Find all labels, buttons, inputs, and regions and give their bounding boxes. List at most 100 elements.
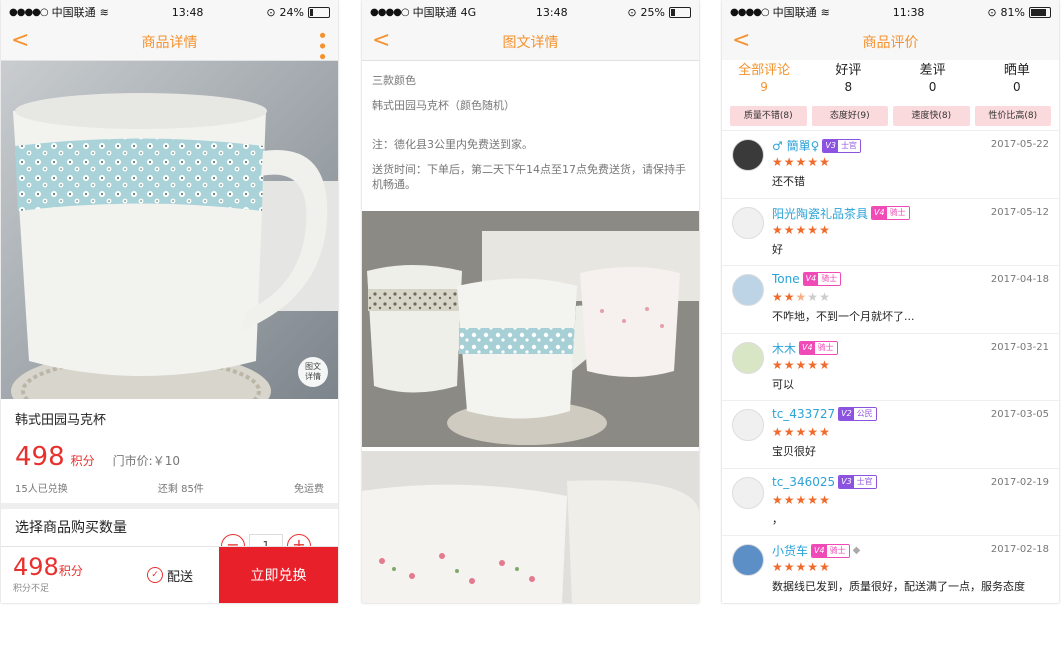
battery-icon <box>1028 6 1051 18</box>
cups-photo-2 <box>362 451 699 603</box>
description-line: 三款颜色 <box>372 74 416 87</box>
review-item[interactable]: 阳光陶瓷礼品茶具 V4 骑士 2017-05-12 ★★★★★ 好 <box>722 199 1059 266</box>
rating-stars: ★★★★★ <box>772 155 831 169</box>
description-line: 注：德化县3公里内免费送到家。 <box>372 138 533 151</box>
tag-chip[interactable]: 质量不错(8) <box>730 106 807 126</box>
star-icon: ★ <box>783 357 796 372</box>
time-label: 11:38 <box>892 5 925 19</box>
tab-all-reviews[interactable]: 全部评论 9 <box>722 60 806 96</box>
status-bar: ●●●●○ 中国联通 ≋ 13:48 ⊙ 24% <box>1 0 338 24</box>
rank-label: 骑士 <box>826 544 849 557</box>
star-icon: ★ <box>807 425 820 439</box>
graphic-detail-button[interactable]: 图文 详情 <box>298 357 328 387</box>
level-value: V4 <box>800 342 815 354</box>
more-icon[interactable]: ••• <box>311 30 332 62</box>
star-icon: ★ <box>819 425 831 439</box>
star-icon: ★ <box>819 492 831 507</box>
signal-icon: ●●●●○ <box>730 6 770 18</box>
review-date: 2017-04-18 <box>990 274 1049 285</box>
reviewer-name[interactable]: 木木 <box>772 340 796 357</box>
bottom-bar: 498积分 积分不足 ✓ 配送 立即兑换 <box>1 546 338 603</box>
floral-cup-image <box>362 451 699 603</box>
review-item[interactable]: 小货车 V4 骑士 ◆ 2017-02-18 ★★★★★ 数据线已发到，质量很好，配送满了一… <box>722 536 1059 603</box>
reviewer-name-row: tc_433727 V2 公民 <box>772 407 877 421</box>
exchange-button[interactable]: 立即兑换 <box>219 547 338 603</box>
star-icon: ★ <box>807 155 820 169</box>
bottom-price-unit: 积分 <box>58 564 83 578</box>
rank-label: 骑士 <box>818 273 841 285</box>
qty-title: 选择商品购买数量 <box>15 520 127 536</box>
page-title: 商品详情 <box>141 35 198 51</box>
description-text: 三款颜色 韩式田园马克杯（颜色随机） 注：德化县3公里内免费送到家。 送货时间：… <box>362 61 699 192</box>
nav-bar: < 商品详情 ••• <box>1 24 338 62</box>
tag-chip[interactable]: 性价比高(8) <box>974 106 1051 126</box>
star-icon: ★ <box>783 492 796 507</box>
review-item[interactable]: Tone V4 骑士 2017-04-18 ★★★★★ 不咋地，不到一个月就坏了... <box>722 266 1059 334</box>
star-icon: ★ <box>795 492 808 507</box>
review-text: 宝贝很好 <box>772 445 816 458</box>
star-icon: ★ <box>819 560 831 574</box>
level-value: V4 <box>812 544 827 557</box>
tag-chip[interactable]: 速度快(8) <box>893 106 970 126</box>
rank-label: 士官 <box>853 475 876 488</box>
store-price: 门市价:￥10 <box>112 454 180 468</box>
tab-label: 全部评论 <box>738 63 791 78</box>
reviewer-name-row: 阳光陶瓷礼品茶具 V4 骑士 <box>772 205 910 222</box>
avatar[interactable] <box>732 544 764 576</box>
rating-stars: ★★★★★ <box>772 358 831 372</box>
back-icon[interactable]: < <box>372 30 390 52</box>
reviewer-name[interactable]: Tone <box>772 272 800 286</box>
review-item[interactable]: tc_433727 V2 公民 2017-03-05 ★★★★★ 宝贝很好 <box>722 401 1059 469</box>
review-item[interactable]: tc_346025 V3 士官 2017-02-19 ★★★★★， <box>722 469 1059 536</box>
reviewer-name[interactable]: tc_433727 <box>772 407 835 421</box>
back-icon[interactable]: < <box>11 30 29 52</box>
tag-chip[interactable]: 态度好(9) <box>811 106 888 126</box>
tab-negative[interactable]: 差评 0 <box>891 60 975 96</box>
description-line: 韩式田园马克杯（颜色随机） <box>372 99 515 112</box>
reviewer-name-row: 木木 V4 骑士 <box>772 340 838 357</box>
price-unit: 积分 <box>70 454 95 468</box>
reviewer-name[interactable]: ♂ 簡單♀ <box>772 137 819 154</box>
star-icon: ★ <box>783 560 796 574</box>
delivery-option[interactable]: ✓ 配送 <box>147 547 219 603</box>
avatar[interactable] <box>732 139 764 171</box>
tab-positive[interactable]: 好评 8 <box>806 60 890 96</box>
star-icon: ★ <box>783 425 796 439</box>
tab-photos[interactable]: 晒单 0 <box>975 60 1059 96</box>
avatar[interactable] <box>732 274 764 306</box>
tab-count: 9 <box>760 80 768 94</box>
reviewer-name[interactable]: tc_346025 <box>772 475 835 489</box>
review-item[interactable]: 木木 V4 骑士 2017-03-21 ★★★★★ 可以 <box>722 334 1059 401</box>
reviewer-name[interactable]: 小货车 <box>772 542 808 559</box>
star-icon: ★ <box>783 155 796 169</box>
star-icon: ★ <box>819 222 831 237</box>
review-date: 2017-03-21 <box>990 341 1049 353</box>
level-badge: V3 士官 <box>838 474 877 489</box>
time-label: 13:48 <box>535 5 568 19</box>
sales-meta: 15人已兑换 还剩 85件 免运费 <box>1 472 338 509</box>
level-value: V3 <box>839 475 854 488</box>
network-label: 4G <box>460 5 477 19</box>
nav-bar: < 图文详情 <box>362 24 699 61</box>
avatar[interactable] <box>732 341 764 374</box>
back-icon[interactable]: < <box>732 30 750 52</box>
avatar[interactable] <box>732 409 764 441</box>
product-image[interactable]: 图文 详情 <box>1 61 338 399</box>
star-icon: ★ <box>807 357 820 372</box>
tab-label: 晒单 <box>1003 63 1030 78</box>
star-icon: ★ <box>795 425 808 439</box>
review-text: 好 <box>772 242 783 256</box>
star-icon: ★ <box>795 357 808 372</box>
reviewer-name[interactable]: 阳光陶瓷礼品茶具 <box>772 205 868 222</box>
alarm-icon: ⊙ <box>266 5 276 19</box>
price-row: 498 积分 门市价:￥10 <box>1 428 338 472</box>
review-date: 2017-05-22 <box>990 139 1049 150</box>
signal-icon: ●●●●○ <box>9 6 49 18</box>
review-date: 2017-05-12 <box>990 206 1049 218</box>
star-icon: ★ <box>772 492 784 507</box>
avatar[interactable] <box>732 476 764 509</box>
rank-label: 骑士 <box>886 207 909 219</box>
avatar[interactable] <box>732 206 764 239</box>
level-value: V2 <box>839 408 854 420</box>
review-item[interactable]: ♂ 簡單♀ V3 士官 2017-05-22 ★★★★★ 还不错 <box>722 131 1059 199</box>
